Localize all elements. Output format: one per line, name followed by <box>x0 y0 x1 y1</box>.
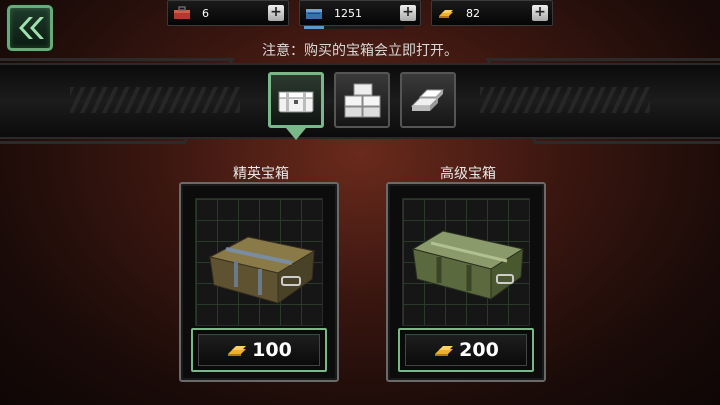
advanced-chest-title: 高级宝箱 <box>440 166 496 182</box>
gold-bars-icon <box>436 5 456 21</box>
gold-count: 82 <box>466 6 480 20</box>
add-blue-crate-button[interactable]: + <box>400 5 416 21</box>
add-toolbox-button[interactable]: + <box>268 5 284 21</box>
double-chevron-left-icon <box>19 17 44 39</box>
chest-tab-icon <box>278 91 314 113</box>
resource-toolbox: 6 + <box>167 0 289 26</box>
advanced-chest-price-value: 200 <box>459 339 499 361</box>
elite-chest-price-value: 100 <box>252 339 292 361</box>
tab-crate-stack[interactable] <box>334 72 390 128</box>
elite-chest-image <box>195 198 323 326</box>
resource-gold: 82 + <box>431 0 553 26</box>
resource-blue-crate: 1251 + <box>299 0 421 29</box>
advanced-chest-card[interactable]: 200 <box>386 182 546 382</box>
buy-advanced-chest-button[interactable]: 200 <box>398 328 534 372</box>
gold-bars-icon <box>435 346 454 356</box>
advanced-chest-image <box>402 198 530 326</box>
toolbox-count: 6 <box>202 6 209 20</box>
toolbox-icon <box>172 5 192 21</box>
advanced-chest-price: 200 <box>405 334 527 366</box>
elite-chest-title: 精英宝箱 <box>233 166 289 182</box>
blue-crate-count: 1251 <box>334 6 362 20</box>
add-gold-button[interactable]: + <box>532 5 548 21</box>
active-tab-pointer <box>286 128 306 140</box>
blue-crate-progress <box>304 26 404 29</box>
silver-bars-tab-icon <box>410 89 445 111</box>
purchase-notice: 注意：购买的宝箱会立即打开。 <box>262 43 458 59</box>
blue-crate-icon <box>304 5 324 21</box>
tab-chests[interactable] <box>268 72 324 128</box>
elite-chest-card[interactable]: 100 <box>179 182 339 382</box>
tab-silver-bars[interactable] <box>400 72 456 128</box>
gold-bars-icon <box>228 346 247 356</box>
buy-elite-chest-button[interactable]: 100 <box>191 328 327 372</box>
crates-stack-tab-icon <box>344 83 381 118</box>
elite-chest-price: 100 <box>198 334 320 366</box>
